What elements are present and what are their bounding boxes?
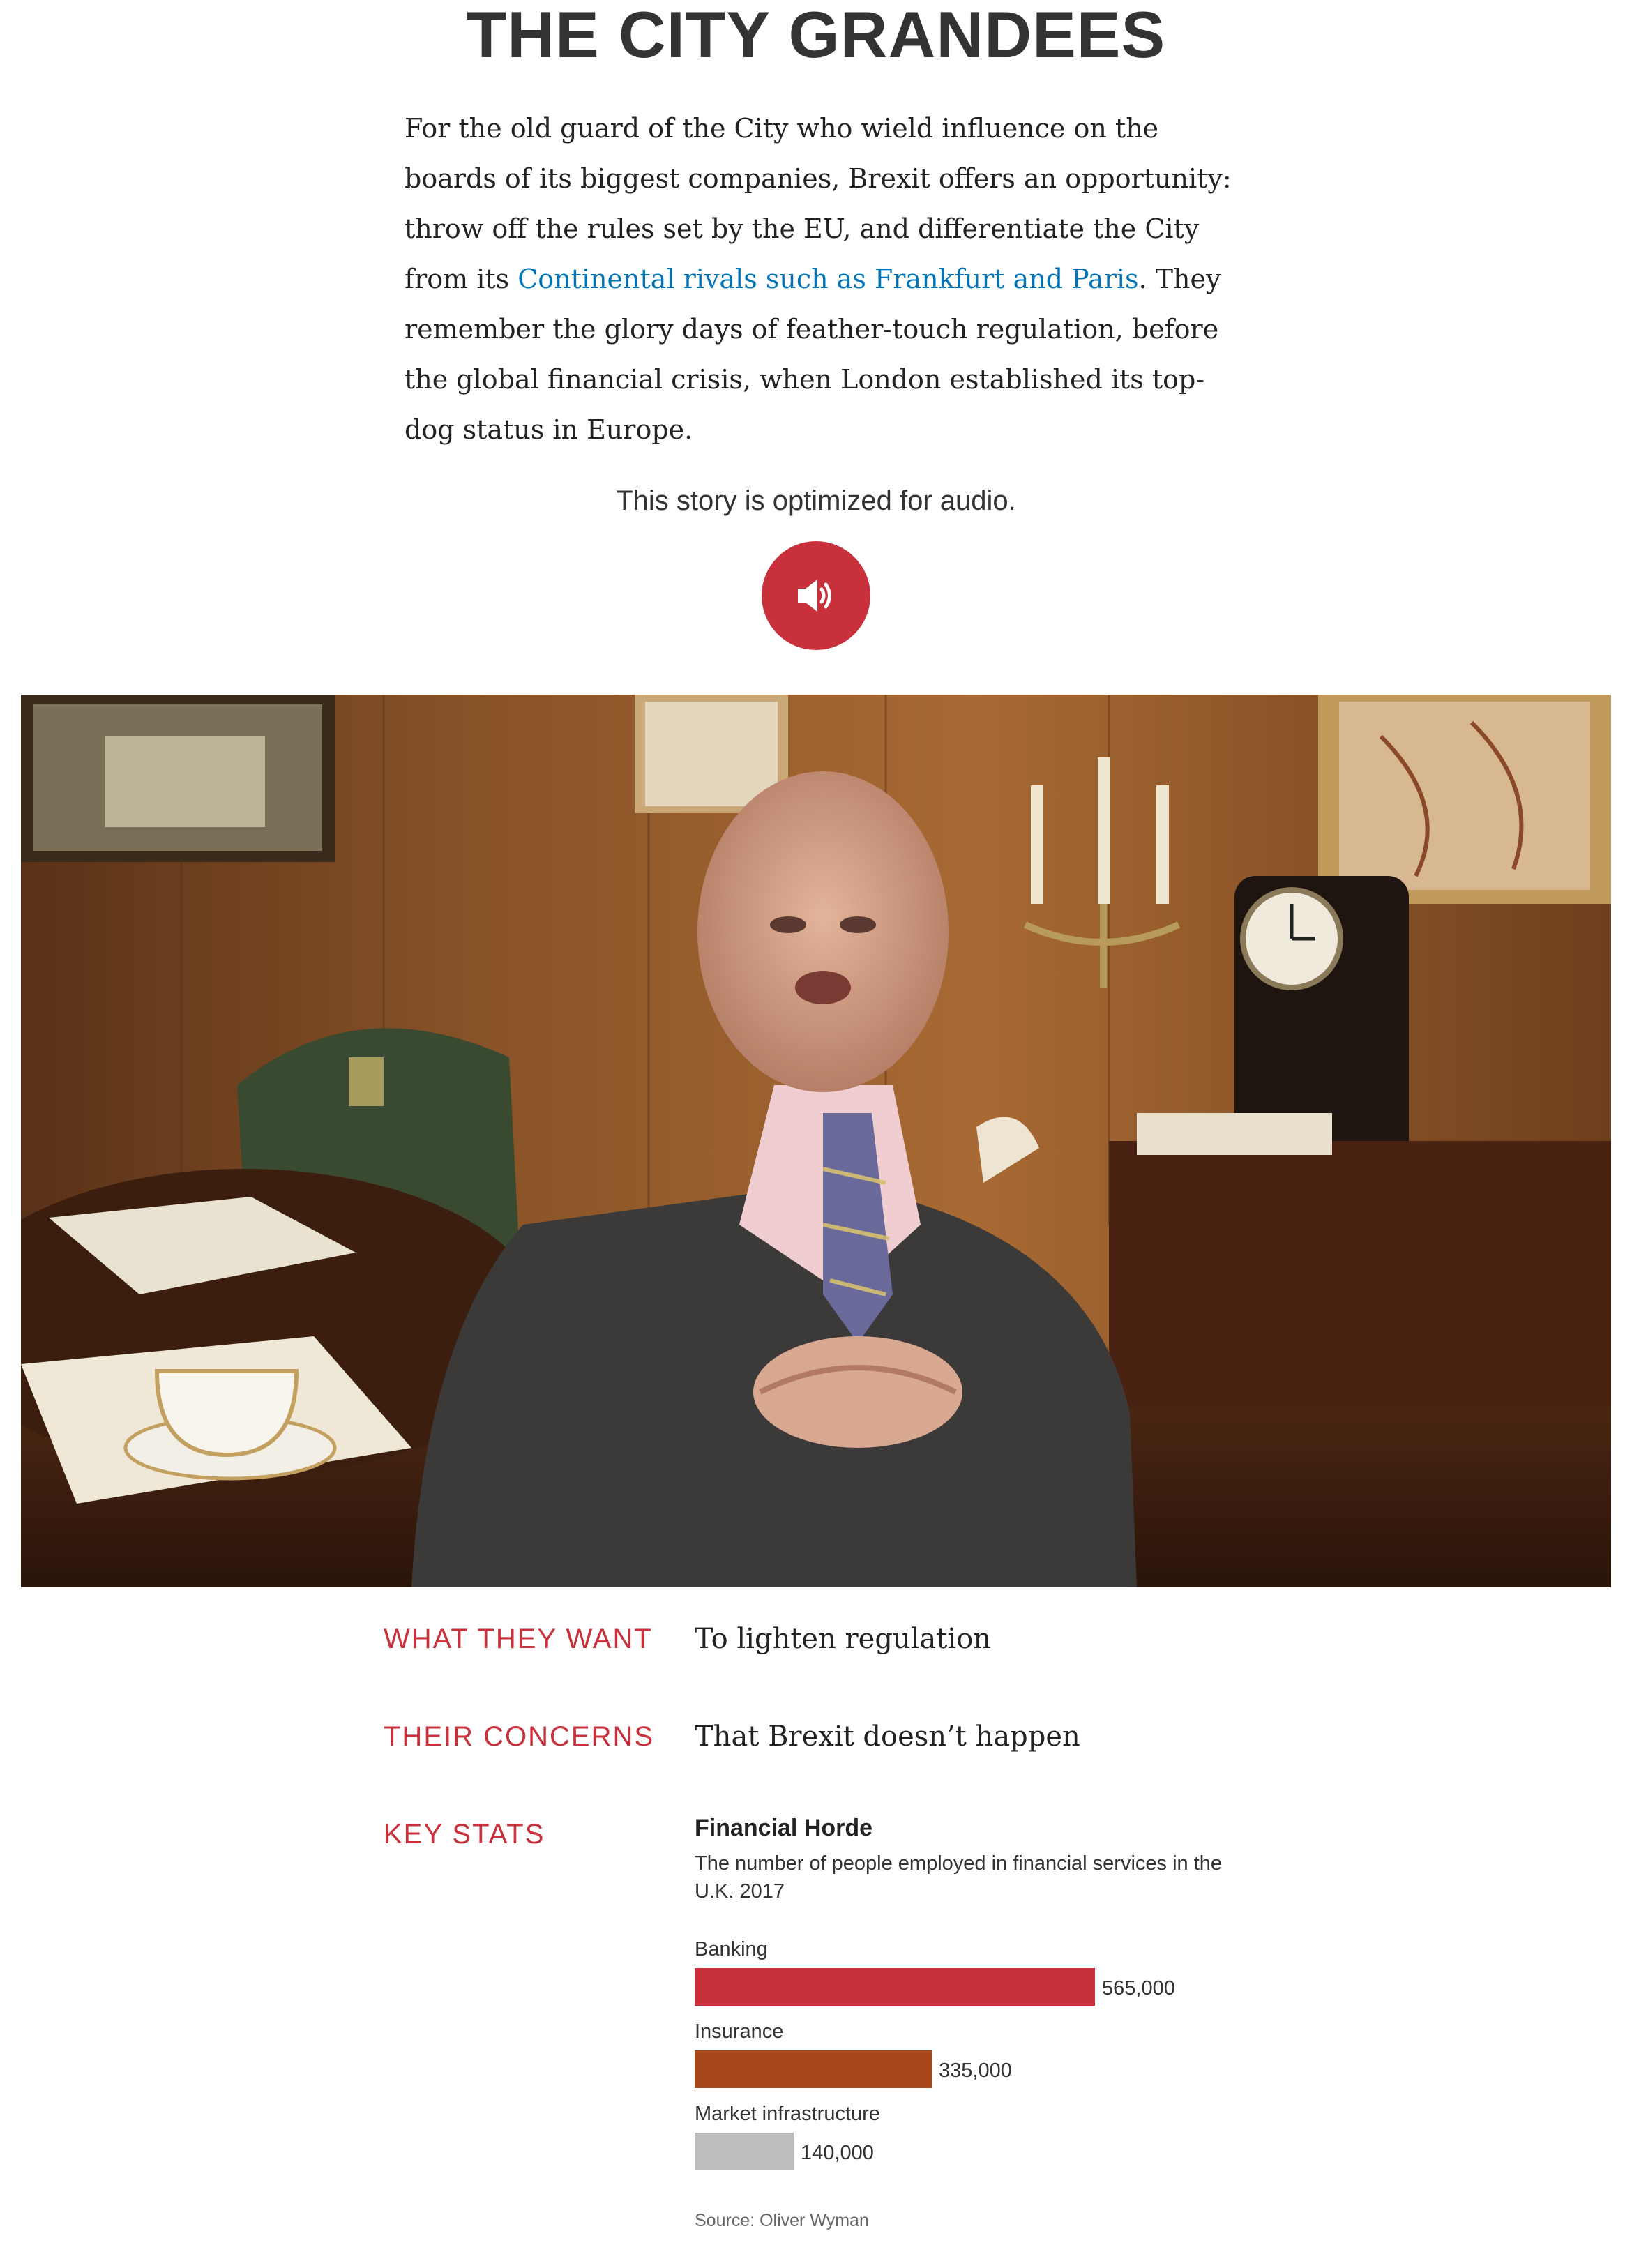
what-they-want-label: WHAT THEY WANT bbox=[384, 1624, 653, 1654]
photo-illustration bbox=[21, 695, 1611, 1587]
chart-source: Source: Oliver Wyman bbox=[695, 2211, 869, 2230]
intro-paragraph: For the old guard of the City who wield … bbox=[405, 103, 1241, 455]
page-title: THE CITY GRANDEES bbox=[466, 0, 1166, 71]
their-concerns-value: That Brexit doesn’t happen bbox=[695, 1721, 1080, 1753]
audio-play-button[interactable] bbox=[762, 541, 870, 650]
bar-value-label: 335,000 bbox=[939, 2059, 1012, 2082]
bar-value-label: 565,000 bbox=[1102, 1977, 1175, 1999]
bar-market-infrastructure bbox=[695, 2133, 794, 2170]
video-still-city-grandee[interactable] bbox=[21, 695, 1611, 1587]
speaker-icon bbox=[798, 580, 831, 612]
bar-category-label: Banking bbox=[695, 1938, 768, 1960]
bar-value-label: 140,000 bbox=[801, 2142, 874, 2164]
bar-category-label: Insurance bbox=[695, 2020, 783, 2043]
chart-title: Financial Horde bbox=[695, 1815, 873, 1841]
chart-subtitle: The number of people employed in financi… bbox=[695, 1852, 1223, 1903]
what-they-want-value: To lighten regulation bbox=[695, 1623, 992, 1655]
bar-banking bbox=[695, 1968, 1095, 2006]
bar-insurance bbox=[695, 2050, 932, 2088]
audio-optimized-note: This story is optimized for audio. bbox=[616, 485, 1016, 516]
continental-rivals-link[interactable]: Continental rivals such as Frankfurt and… bbox=[517, 264, 1138, 294]
financial-horde-bar-chart: Banking 565,000 Insurance 335,000 Market inf… bbox=[695, 1938, 1175, 2170]
key-stats-label: KEY STATS bbox=[384, 1819, 545, 1850]
bar-category-label: Market infrastructure bbox=[695, 2103, 880, 2125]
their-concerns-label: THEIR CONCERNS bbox=[384, 1721, 655, 1752]
